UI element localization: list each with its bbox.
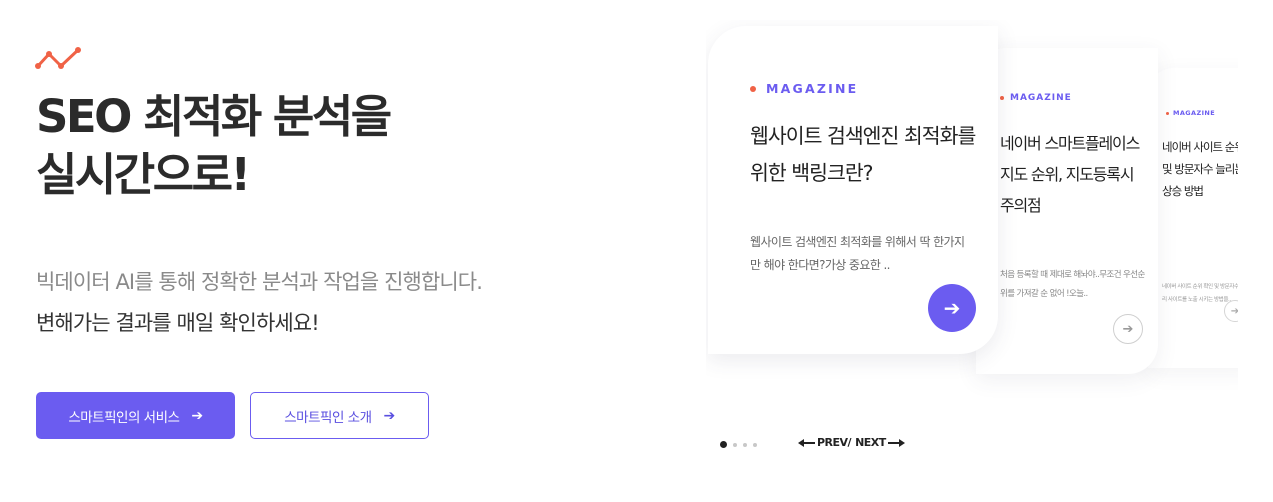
- card-category-label: MAGAZINE: [1173, 109, 1216, 117]
- pagination-dot[interactable]: [733, 442, 737, 447]
- about-button-label: 스마트픽인 소개: [284, 409, 372, 426]
- arrow-left-icon: [798, 438, 815, 448]
- magazine-card[interactable]: MAGAZINE 웹사이트 검색엔진 최적화를 위한 백링크란? 웹사이트 검색…: [708, 26, 998, 354]
- pagination-dot-active[interactable]: [720, 441, 727, 448]
- arrow-right-icon: ➔: [1230, 305, 1238, 317]
- slider-nav: PREV/ NEXT: [798, 436, 905, 449]
- pagination-dot[interactable]: [743, 442, 747, 447]
- category-dot-icon: [750, 85, 756, 92]
- magazine-slider: MAGAZINE 웹사이트 검색엔진 최적화를 위한 백링크란? 웹사이트 검색…: [706, 20, 1238, 400]
- hero-title-line2: 실시간으로!: [36, 148, 251, 201]
- hero-title-line1: SEO 최적화 분석을: [36, 90, 392, 143]
- next-button[interactable]: NEXT: [855, 436, 886, 449]
- arrow-right-icon: [887, 438, 905, 448]
- card-arrow-button[interactable]: ➔: [1113, 314, 1143, 344]
- card-arrow-button[interactable]: ➔: [1224, 300, 1238, 322]
- hero-description-line2: 변해가는 결과를 매일 확인하세요!: [36, 311, 320, 335]
- card-title: 네이버 사이트 순위 확인 및 방문자수 늘리는 순위상승 방법: [1162, 140, 1238, 198]
- services-button-label: 스마트픽인의 서비스: [68, 409, 180, 426]
- about-button[interactable]: 스마트픽인 소개 ➔: [250, 392, 429, 439]
- card-excerpt: 웹사이트 검색엔진 최적화를 위해서 딱 한가지만 해야 한다면?가상 중요한 …: [750, 235, 965, 272]
- pagination-dots: [720, 441, 757, 448]
- card-category: MAGAZINE: [750, 81, 858, 96]
- prev-button[interactable]: PREV/: [817, 436, 852, 449]
- pagination-dot[interactable]: [753, 442, 757, 447]
- category-dot-icon: [1000, 96, 1004, 100]
- card-category: MAGAZINE: [1166, 109, 1215, 117]
- card-title: 웹사이트 검색엔진 최적화를 위한 백링크란?: [750, 124, 976, 185]
- services-button[interactable]: 스마트픽인의 서비스 ➔: [36, 392, 235, 439]
- card-category-label: MAGAZINE: [1010, 93, 1072, 103]
- arrow-right-icon: ➔: [1122, 321, 1134, 337]
- arrow-right-icon: ➔: [191, 407, 203, 424]
- card-title: 네이버 스마트플레이스 지도 순위, 지도등록시 주의점: [1000, 134, 1140, 215]
- magazine-card[interactable]: MAGAZINE 네이버 사이트 순위 확인 및 방문자수 늘리는 순위상승 방…: [1148, 68, 1238, 368]
- hero-description-line1: 빅데이터 AI를 통해 정확한 분석과 작업을 진행합니다.: [36, 270, 483, 294]
- card-excerpt: 처음 등록할 때 제대로 해놔야..무조건 우선순위를 가져갈 순 없어 !오늘…: [1000, 270, 1145, 299]
- card-arrow-button[interactable]: ➔: [928, 284, 976, 332]
- arrow-right-icon: ➔: [943, 296, 961, 320]
- category-dot-icon: [1166, 111, 1169, 115]
- card-category: MAGAZINE: [1000, 93, 1072, 103]
- hero-title: SEO 최적화 분석을 실시간으로!: [36, 88, 636, 204]
- trend-line-icon: [35, 47, 81, 69]
- magazine-card[interactable]: MAGAZINE 네이버 스마트플레이스 지도 순위, 지도등록시 주의점 처음…: [976, 48, 1158, 374]
- card-category-label: MAGAZINE: [766, 81, 859, 96]
- arrow-right-icon: ➔: [383, 407, 396, 424]
